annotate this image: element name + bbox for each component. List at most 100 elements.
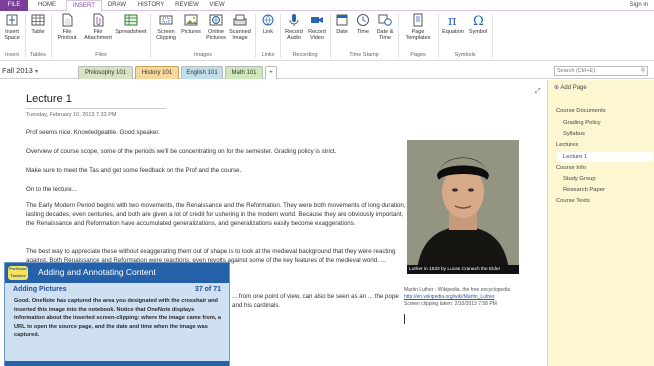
- page-templates-button[interactable]: Page Templates: [399, 13, 437, 41]
- page-item-course-texts[interactable]: Course Texts: [556, 196, 590, 206]
- pictures-button[interactable]: Pictures: [179, 13, 203, 35]
- section-tab-philosophy[interactable]: Philosophy 101: [78, 66, 133, 79]
- sign-in-link[interactable]: Sign in: [630, 0, 648, 11]
- source-link[interactable]: http://en.wikipedia.org/wiki/Martin_Luth…: [404, 294, 495, 300]
- title-underline: [26, 108, 166, 109]
- svg-text:Ω: Ω: [473, 14, 484, 27]
- pictures-icon: [184, 14, 198, 26]
- equation-button[interactable]: π Equation: [440, 13, 466, 35]
- tab-home[interactable]: HOME: [33, 0, 61, 11]
- online-pictures-button[interactable]: Online Pictures: [204, 13, 228, 41]
- page-item-lectures[interactable]: Lectures: [556, 140, 578, 150]
- inserted-screen-clipping[interactable]: [407, 140, 519, 270]
- group-label-time-stamp: Time Stamp: [349, 52, 379, 58]
- add-page-button[interactable]: ⊕ Add Page: [554, 84, 587, 91]
- record-video-button[interactable]: Record Video: [305, 13, 329, 41]
- group-separator: [150, 14, 151, 58]
- add-page-icon: ⊕: [554, 85, 560, 91]
- group-label-pages: Pages: [410, 52, 426, 58]
- search-placeholder: Search (Ctrl+E): [557, 68, 596, 74]
- scanned-image-icon: [233, 14, 247, 26]
- time-icon: [357, 14, 369, 26]
- table-button[interactable]: Table: [27, 13, 49, 35]
- link-button[interactable]: Link: [258, 13, 278, 35]
- add-page-label: Add Page: [560, 85, 587, 91]
- chevron-down-icon: ▾: [34, 69, 38, 75]
- tutorial-progress: 37 of 71: [194, 286, 221, 293]
- symbol-icon: Ω: [473, 14, 484, 27]
- note-paragraph[interactable]: Make sure to meet the Tas and get some f…: [26, 166, 406, 175]
- time-button[interactable]: Time: [353, 13, 373, 35]
- page-item-lecture-1[interactable]: Lecture 1: [557, 152, 653, 162]
- page-item-grading-policy[interactable]: Grading Policy: [563, 118, 601, 128]
- search-icon: ⚲: [640, 68, 645, 74]
- file-attachment-button[interactable]: File Attachment: [82, 13, 114, 41]
- screen-clipping-icon: [159, 15, 173, 25]
- group-label-images: Images: [193, 52, 213, 58]
- note-paragraph[interactable]: Prof seems nice. Knowledgeable. Good spe…: [26, 128, 406, 137]
- add-section-button[interactable]: +: [265, 66, 277, 79]
- tab-file[interactable]: FILE: [0, 0, 28, 11]
- symbol-button[interactable]: Ω Symbol: [466, 13, 490, 35]
- screen-clipping-button[interactable]: Screen Clipping: [151, 13, 181, 41]
- ribbon: Insert Space Table File Printout File At…: [0, 11, 654, 61]
- page-list-sidebar: ⊕ Add Page Course Documents Grading Poli…: [547, 80, 654, 366]
- expand-icon[interactable]: ⤢: [535, 88, 541, 96]
- record-audio-icon: [289, 14, 299, 26]
- date-time-button[interactable]: Date & Time: [374, 13, 396, 41]
- record-audio-button[interactable]: Record Audio: [282, 13, 306, 41]
- group-label-recording: Recording: [292, 52, 318, 58]
- file-printout-button[interactable]: File Printout: [53, 13, 81, 41]
- notebook-picker[interactable]: Fall 2013 ▾: [2, 64, 72, 77]
- file-printout-icon: [62, 13, 73, 27]
- scanned-image-button[interactable]: Scanned Image: [227, 13, 253, 41]
- group-separator: [25, 14, 26, 58]
- page-item-course-info[interactable]: Course Info: [556, 163, 586, 173]
- note-paragraph[interactable]: Overview of course scope, some of the pe…: [26, 147, 406, 156]
- tutorial-footer-bar: [5, 361, 229, 366]
- tutorial-panel: Professor Teaches Adding and Annotating …: [4, 262, 230, 366]
- page-title[interactable]: Lecture 1: [26, 93, 72, 105]
- clipping-timestamp: Screen clipping taken: 2/10/2013 7:58 PM: [404, 301, 497, 307]
- section-tab-history[interactable]: History 101: [135, 66, 179, 79]
- equation-icon: π: [448, 14, 457, 27]
- tab-history[interactable]: HISTORY: [134, 0, 168, 11]
- portrait-image: [407, 140, 519, 270]
- page-item-course-documents[interactable]: Course Documents: [556, 106, 606, 116]
- search-input[interactable]: Search (Ctrl+E) ⚲: [554, 66, 648, 76]
- page-item-research-paper[interactable]: Research Paper: [563, 185, 605, 195]
- group-label-tables: Tables: [30, 52, 46, 58]
- tutorial-body-text: Good. OneNote has captured the area you …: [14, 298, 222, 338]
- file-attachment-icon: [93, 13, 104, 27]
- note-paragraph[interactable]: ... from one point of view, can also be …: [232, 292, 402, 310]
- insert-space-button[interactable]: Insert Space: [1, 13, 23, 41]
- tab-review[interactable]: REVIEW: [172, 0, 202, 11]
- page-item-study-group[interactable]: Study Group: [563, 174, 596, 184]
- group-separator: [51, 14, 52, 58]
- notebook-bar: Fall 2013 ▾ Philosophy 101 History 101 E…: [0, 62, 654, 79]
- table-icon: [31, 14, 45, 26]
- link-icon: [262, 14, 274, 26]
- group-separator: [438, 14, 439, 58]
- tutorial-lesson-title: Adding Pictures: [13, 286, 67, 293]
- group-label-files: Files: [95, 52, 107, 58]
- group-label-insert: Insert: [5, 52, 19, 58]
- tab-draw[interactable]: DRAW: [104, 0, 130, 11]
- online-pictures-icon: [209, 14, 223, 26]
- ribbon-tab-bar: FILE HOME INSERT DRAW HISTORY REVIEW VIE…: [0, 0, 654, 12]
- note-paragraph[interactable]: The Early Modern Period begins with two …: [26, 201, 406, 228]
- insert-space-icon: [6, 14, 18, 26]
- date-icon: [336, 14, 348, 26]
- date-button[interactable]: Date: [332, 13, 352, 35]
- tab-view[interactable]: VIEW: [205, 0, 229, 11]
- group-separator: [492, 14, 493, 58]
- spreadsheet-button[interactable]: Spreadsheet: [114, 13, 148, 35]
- page-datetime: Tuesday, February 10, 2013 7:33 PM: [26, 112, 117, 118]
- tutorial-header: Professor Teaches Adding and Annotating …: [5, 263, 229, 283]
- note-paragraph[interactable]: On to the lecture...: [26, 185, 406, 194]
- section-tab-english[interactable]: English 101: [181, 66, 223, 79]
- svg-text:π: π: [448, 14, 457, 27]
- image-caption: Luther in 1533 by Lucas Cranach the Elde…: [407, 265, 519, 274]
- page-item-syllabus[interactable]: Syllabus: [563, 129, 585, 139]
- section-tab-math[interactable]: Math 101: [225, 66, 263, 79]
